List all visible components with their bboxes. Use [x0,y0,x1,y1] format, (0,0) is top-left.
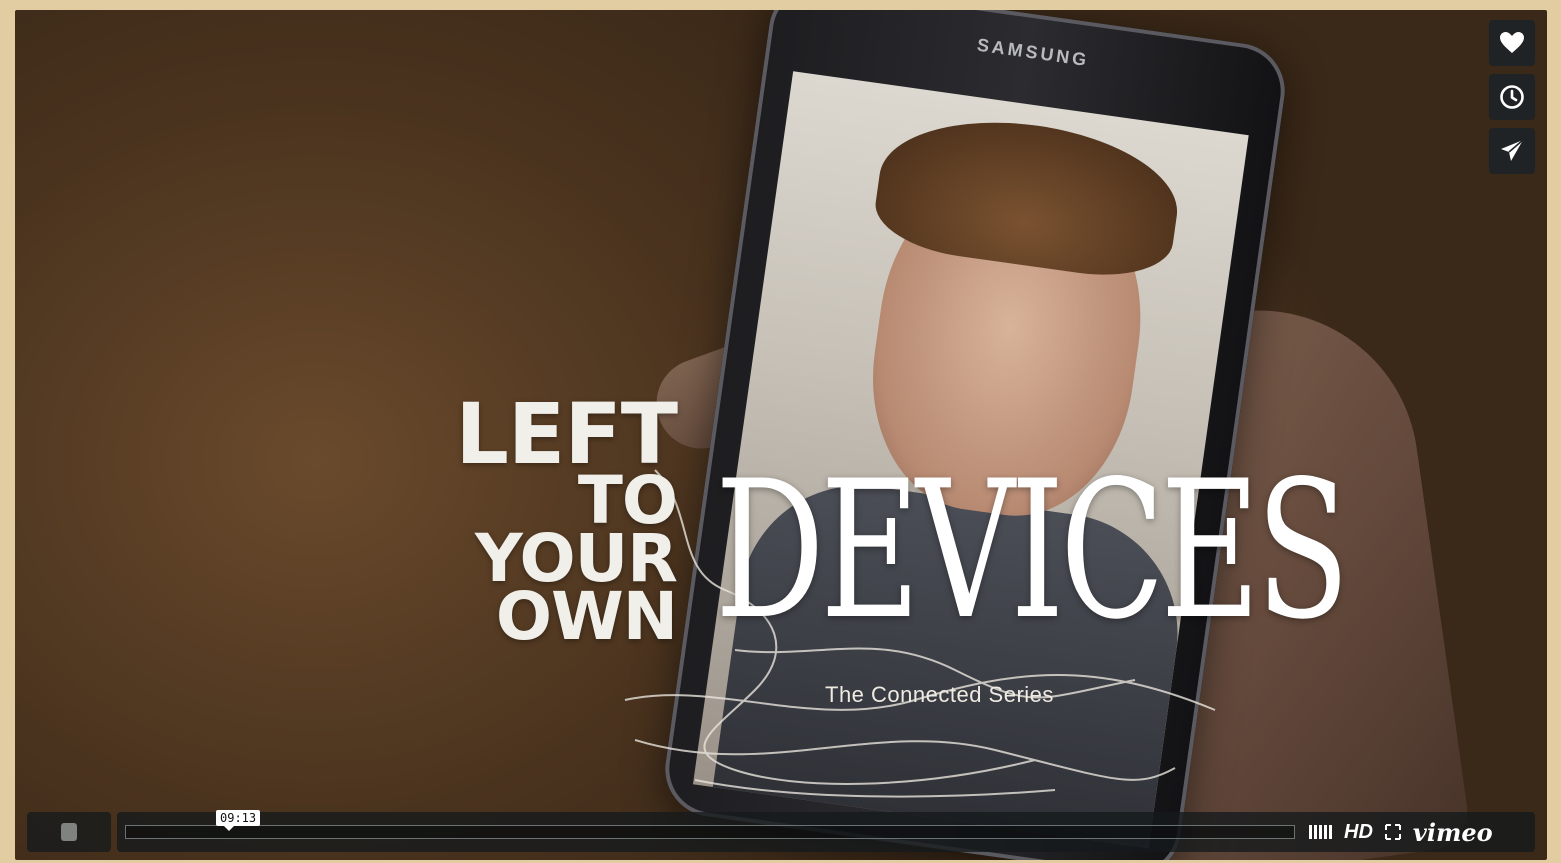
page-frame: SAMSUNG LEFT TO YOUR OWN DEVICES The Con… [0,0,1561,863]
volume-bar [1319,825,1322,839]
hd-button[interactable]: HD [1344,821,1373,844]
player-controls: 09:13 HD vimeo [27,810,1535,852]
vimeo-logo[interactable]: vimeo [1413,818,1493,847]
volume-bar [1329,825,1332,839]
progress-bar[interactable]: 09:13 [125,810,1295,839]
time-tooltip: 09:13 [216,810,261,831]
side-buttons [1489,20,1535,174]
watch-later-button[interactable] [1489,74,1535,120]
title-left-block: LEFT TO YOUR OWN [455,385,678,650]
play-button[interactable] [27,812,111,852]
paper-plane-icon [1501,139,1524,161]
video-player[interactable]: SAMSUNG LEFT TO YOUR OWN DEVICES The Con… [15,10,1547,860]
like-button[interactable] [1489,20,1535,66]
clock-icon [1500,85,1524,109]
pause-icon [61,823,77,841]
right-tools: HD vimeo [1309,818,1493,847]
phone-brand: SAMSUNG [975,34,1091,71]
volume-bar [1314,825,1317,839]
fullscreen-icon[interactable] [1384,824,1401,840]
control-bar: 09:13 HD vimeo [117,810,1535,852]
share-button[interactable] [1489,128,1535,174]
volume-bar [1309,825,1312,839]
title-line-left: LEFT [455,385,678,483]
video-subtitle: The Connected Series [825,682,1054,707]
volume-button[interactable] [1309,825,1332,839]
volume-bar [1324,825,1327,839]
heart-icon [1500,32,1524,53]
title-devices: DEVICES [715,440,1350,661]
